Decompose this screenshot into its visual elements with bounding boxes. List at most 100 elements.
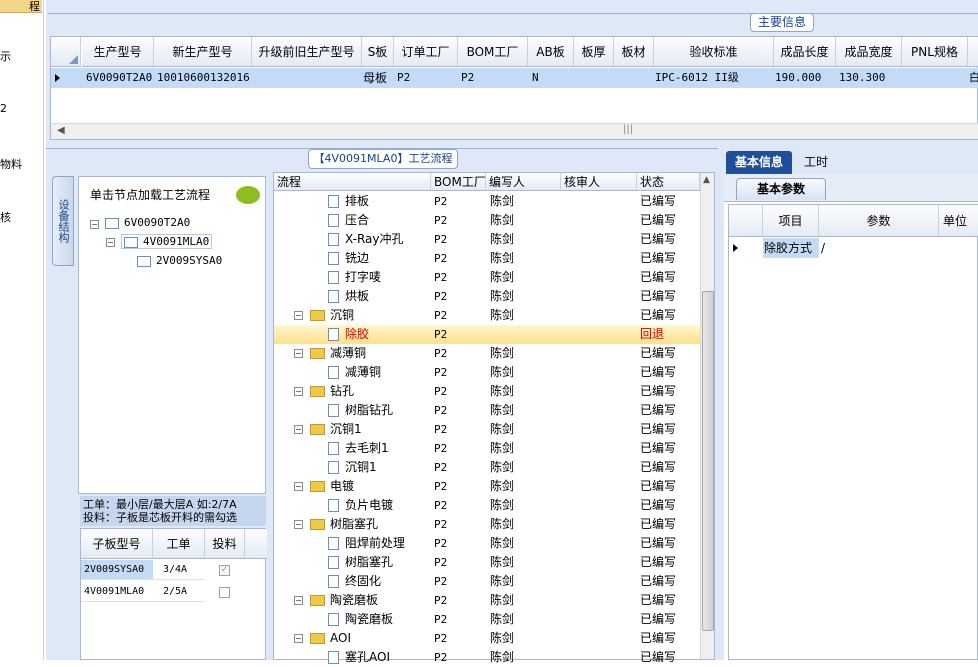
- scroll-thumb[interactable]: [702, 291, 714, 631]
- process-group-row[interactable]: − 电镀 P2 陈剑 已编写: [274, 477, 700, 496]
- column-header[interactable]: 成品宽度: [836, 37, 902, 67]
- bom-cell: P2: [434, 575, 448, 588]
- column-header[interactable]: 参数: [819, 205, 939, 237]
- column-header[interactable]: 升级前旧生产型号: [252, 37, 362, 67]
- cell-sub-model[interactable]: 2V009SYSA0: [81, 560, 153, 580]
- tab-basic-info[interactable]: 基本信息: [726, 151, 792, 174]
- collapse-icon[interactable]: −: [294, 311, 303, 320]
- cell-sub-model[interactable]: 4V0091MLA0: [81, 582, 153, 602]
- column-header[interactable]: 新生产型号: [154, 37, 252, 67]
- splitter[interactable]: [716, 150, 724, 660]
- status-cell: 已编写: [640, 194, 677, 208]
- column-header[interactable]: 验收标准: [654, 37, 774, 67]
- process-group-row[interactable]: − 减薄铜 P2 陈剑 已编写: [274, 344, 700, 363]
- process-step-row[interactable]: 去毛刺1 P2 陈剑 已编写: [274, 439, 700, 458]
- process-step-row[interactable]: 减薄铜 P2 陈剑 已编写: [274, 363, 700, 382]
- tab-work-hours[interactable]: 工时: [796, 151, 836, 174]
- tree-node-selected[interactable]: 4V0091MLA0: [121, 234, 213, 249]
- column-header[interactable]: 状态: [637, 173, 700, 191]
- column-header[interactable]: 板厚: [574, 37, 614, 67]
- cell-order[interactable]: 3/4A: [153, 560, 205, 580]
- step-name: 电镀: [330, 479, 355, 493]
- process-group-row[interactable]: − AOI P2 陈剑 已编写: [274, 629, 700, 648]
- process-step-row[interactable]: 压合 P2 陈剑 已编写: [274, 211, 700, 230]
- collapse-icon[interactable]: −: [294, 425, 303, 434]
- column-header[interactable]: BOM工厂: [458, 37, 528, 67]
- tab-basic-params[interactable]: 基本参数: [736, 178, 826, 200]
- column-header[interactable]: 投料: [205, 529, 245, 559]
- collapse-icon[interactable]: −: [106, 238, 115, 247]
- left-nav-active-item[interactable]: 程: [0, 0, 42, 13]
- left-nav-item[interactable]: 示: [0, 48, 11, 64]
- collapse-icon[interactable]: −: [294, 596, 303, 605]
- document-icon: [328, 290, 339, 303]
- process-step-row[interactable]: 陶瓷磨板 P2 陈剑 已编写: [274, 610, 700, 629]
- process-group-row[interactable]: − 树脂塞孔 P2 陈剑 已编写: [274, 515, 700, 534]
- column-header[interactable]: 板材: [614, 37, 654, 67]
- column-header[interactable]: PNL规格: [902, 37, 968, 67]
- process-step-row[interactable]: 阻焊前处理 P2 陈剑 已编写: [274, 534, 700, 553]
- process-group-row[interactable]: − 钻孔 P2 陈剑 已编写: [274, 382, 700, 401]
- column-header[interactable]: 子板型号: [81, 529, 153, 559]
- step-name: 压合: [345, 213, 370, 227]
- left-nav-item[interactable]: 2: [0, 102, 7, 115]
- step-name-cell: 塞孔AOI: [328, 648, 390, 667]
- left-nav-item[interactable]: 物料: [0, 156, 22, 172]
- vertical-scrollbar[interactable]: ▲: [700, 173, 714, 659]
- collapse-icon[interactable]: −: [294, 387, 303, 396]
- process-step-row[interactable]: 沉铜1 P2 陈剑 已编写: [274, 458, 700, 477]
- writer-cell: 陈剑: [490, 232, 515, 246]
- process-step-row[interactable]: 树脂钻孔 P2 陈剑 已编写: [274, 401, 700, 420]
- collapse-icon[interactable]: −: [294, 482, 303, 491]
- status-cell: 已编写: [640, 308, 677, 322]
- process-step-row[interactable]: 除胶 P2 回退: [274, 325, 700, 344]
- status-cell: 已编写: [640, 232, 677, 246]
- document-icon: [328, 556, 339, 569]
- cell-param[interactable]: /: [821, 238, 939, 258]
- column-header[interactable]: 核审人: [561, 173, 637, 191]
- cell-unit[interactable]: [939, 238, 978, 258]
- column-header[interactable]: 工单: [153, 529, 205, 559]
- process-step-row[interactable]: X-Ray冲孔 P2 陈剑 已编写: [274, 230, 700, 249]
- column-header[interactable]: 订单工厂: [394, 37, 458, 67]
- column-header[interactable]: S板: [362, 37, 394, 67]
- column-header[interactable]: 流程: [274, 173, 431, 191]
- cell-order[interactable]: 2/5A: [153, 582, 205, 602]
- column-header[interactable]: 成品长度: [774, 37, 836, 67]
- column-header[interactable]: 编写人: [486, 173, 561, 191]
- tree-node[interactable]: 2V009SYSA0: [137, 254, 222, 267]
- process-step-row[interactable]: 塞孔AOI P2 陈剑 已编写: [274, 648, 700, 667]
- equipment-structure-tab[interactable]: 设备结构: [52, 176, 74, 266]
- column-header[interactable]: AB板: [528, 37, 574, 67]
- process-step-row[interactable]: 排板 P2 陈剑 已编写: [274, 192, 700, 211]
- collapse-icon[interactable]: −: [294, 349, 303, 358]
- horizontal-scrollbar[interactable]: ◀ |||: [51, 123, 978, 139]
- column-header[interactable]: 单位: [939, 205, 978, 237]
- collapse-icon[interactable]: −: [90, 220, 99, 229]
- column-header[interactable]: 项目: [763, 205, 819, 237]
- process-step-row[interactable]: 铣边 P2 陈剑 已编写: [274, 249, 700, 268]
- scroll-grip-icon[interactable]: |||: [623, 124, 633, 135]
- process-step-row[interactable]: 负片电镀 P2 陈剑 已编写: [274, 496, 700, 515]
- scroll-left-icon[interactable]: ◀: [57, 125, 65, 136]
- process-group-row[interactable]: − 陶瓷磨板 P2 陈剑 已编写: [274, 591, 700, 610]
- left-nav-item[interactable]: 核: [0, 209, 11, 225]
- process-group-row[interactable]: − 沉铜1 P2 陈剑 已编写: [274, 420, 700, 439]
- cell-item[interactable]: 除胶方式: [763, 238, 819, 258]
- main-info-tab[interactable]: 主要信息: [750, 13, 814, 32]
- step-name: 沉铜: [330, 308, 355, 322]
- process-step-row[interactable]: 树脂塞孔 P2 陈剑 已编写: [274, 553, 700, 572]
- column-header[interactable]: 生产型号: [82, 37, 154, 67]
- process-step-row[interactable]: 烘板 P2 陈剑 已编写: [274, 287, 700, 306]
- feed-checkbox[interactable]: ✓: [219, 565, 230, 576]
- process-group-row[interactable]: − 沉铜 P2 陈剑 已编写: [274, 306, 700, 325]
- scroll-up-icon[interactable]: ▲: [703, 175, 710, 185]
- column-header[interactable]: BOM工厂: [431, 173, 486, 191]
- collapse-icon[interactable]: −: [294, 520, 303, 529]
- process-step-row[interactable]: 打字唛 P2 陈剑 已编写: [274, 268, 700, 287]
- feed-checkbox[interactable]: [219, 587, 230, 598]
- collapse-icon[interactable]: −: [294, 634, 303, 643]
- process-flow-tab[interactable]: 【4V0091MLA0】工艺流程: [308, 149, 458, 169]
- tree-node[interactable]: 6V0090T2A0: [105, 216, 190, 229]
- process-step-row[interactable]: 终固化 P2 陈剑 已编写: [274, 572, 700, 591]
